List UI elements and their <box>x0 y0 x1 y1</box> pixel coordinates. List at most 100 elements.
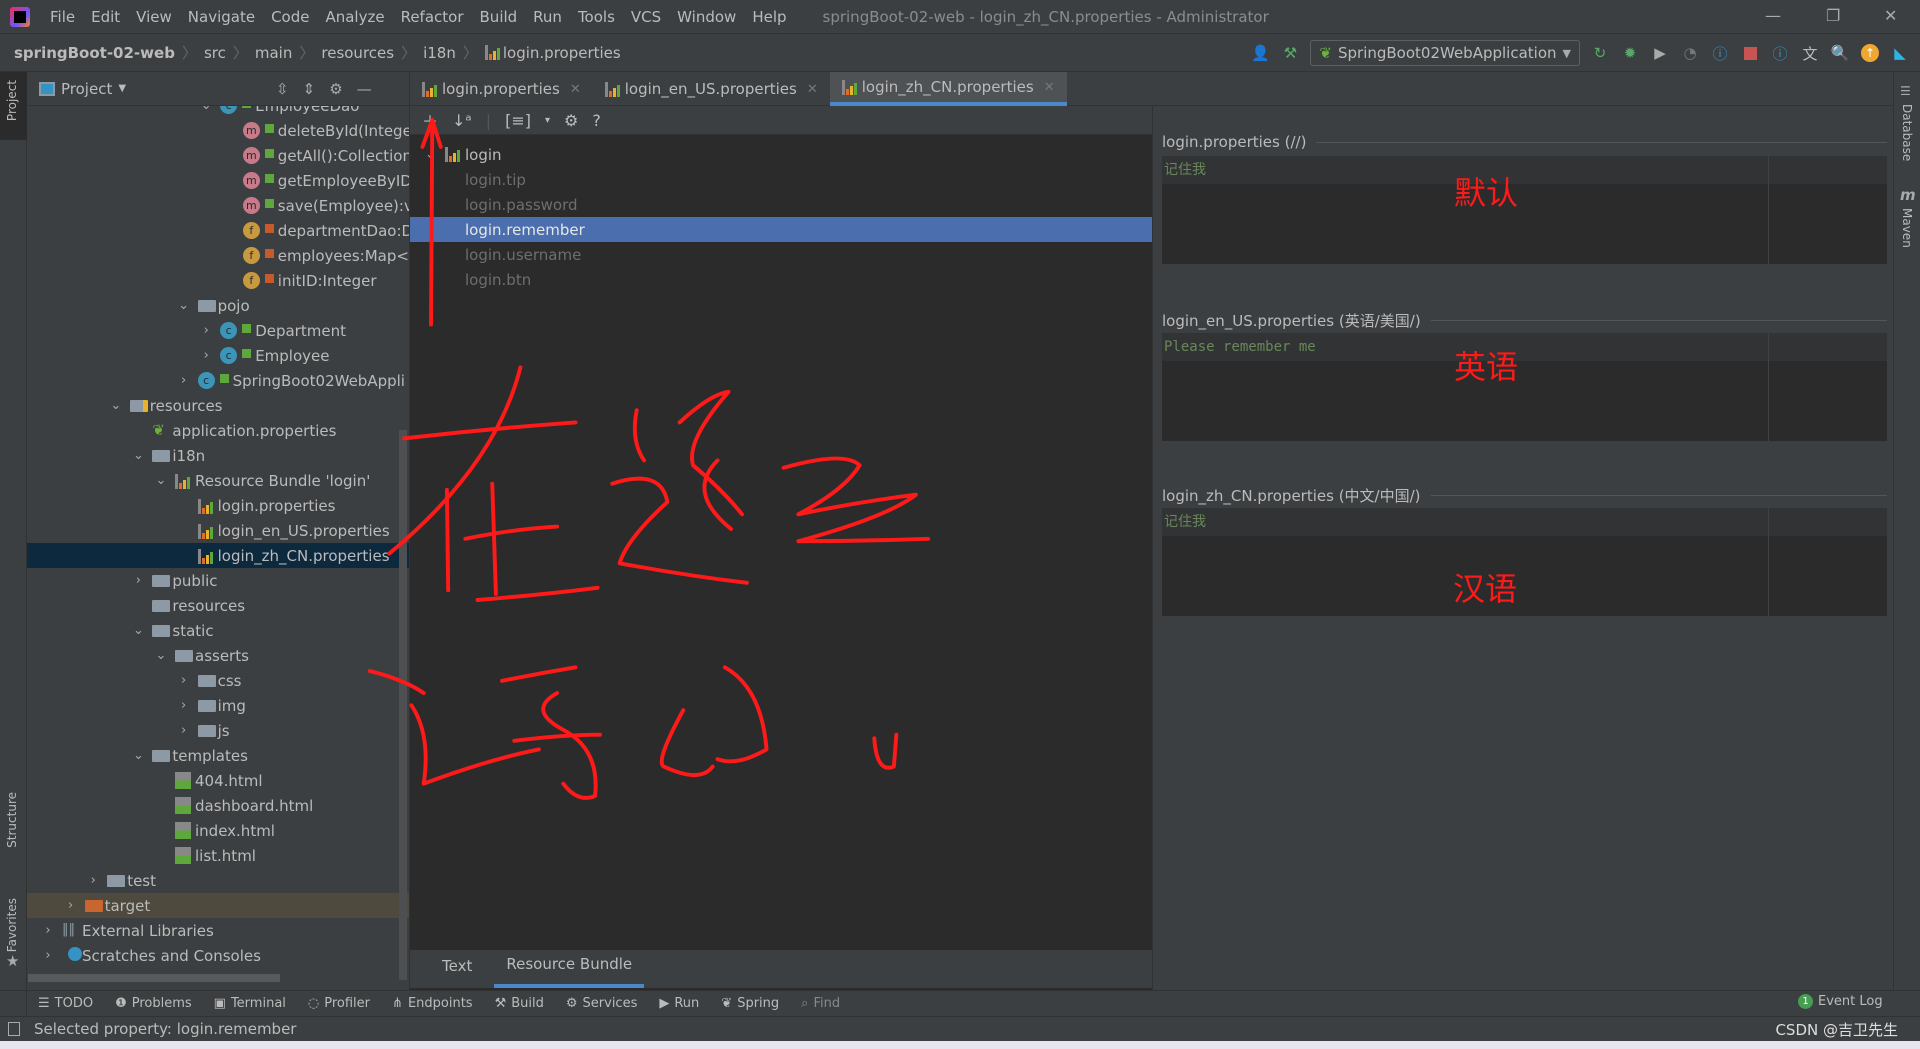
tree-item[interactable]: › target <box>27 893 409 918</box>
tree-item[interactable]: › img <box>27 693 409 718</box>
tree-item[interactable]: f initID:Integer <box>27 268 409 293</box>
chevron-right-icon[interactable]: › <box>200 323 212 338</box>
tool-window-profiler[interactable]: ◌ Profiler <box>308 996 370 1011</box>
tree-item[interactable]: login_zh_CN.properties <box>27 543 409 568</box>
chevron-right-icon[interactable]: › <box>178 373 190 388</box>
tree-item[interactable]: 404.html <box>27 768 409 793</box>
tree-item[interactable]: ⌄ pojo <box>27 293 409 318</box>
tree-item[interactable]: resources <box>27 593 409 618</box>
property-key-row[interactable]: login.password <box>410 192 1152 217</box>
chevron-right-icon[interactable]: › <box>200 348 212 363</box>
tool-window-todo[interactable]: ☰ TODO <box>38 996 93 1011</box>
close-tab-icon[interactable]: ✕ <box>1044 80 1055 95</box>
breadcrumb-resources[interactable]: resources <box>321 44 394 62</box>
database-side-tab[interactable]: Database <box>1900 104 1914 161</box>
tree-item[interactable]: ⌄ c EmployeeDao <box>27 106 409 118</box>
tab-text[interactable]: Text <box>430 950 484 988</box>
project-vertical-scrollbar[interactable] <box>399 430 407 980</box>
tree-item[interactable]: f employees:Map< <box>27 243 409 268</box>
chevron-down-icon[interactable]: ⌄ <box>178 298 190 313</box>
search-icon[interactable]: 🔍 <box>1830 43 1850 63</box>
stop-icon[interactable] <box>1740 43 1760 63</box>
group-icon[interactable]: [≡] <box>505 111 531 130</box>
menu-navigate[interactable]: Navigate <box>180 8 263 26</box>
project-horizontal-scrollbar[interactable] <box>28 974 280 982</box>
chevron-right-icon[interactable]: › <box>132 573 144 588</box>
tool-window-find[interactable]: ⌕ Find <box>801 996 840 1011</box>
breadcrumb-i18n[interactable]: i18n <box>423 44 456 62</box>
chevron-right-icon[interactable]: › <box>42 923 54 938</box>
chevron-right-icon[interactable]: › <box>178 673 190 688</box>
run-configuration-select[interactable]: ❦ SpringBoot02WebApplication ▼ <box>1310 40 1580 66</box>
chevron-right-icon[interactable]: › <box>178 723 190 738</box>
property-value-editor[interactable]: 记住我 <box>1162 156 1887 264</box>
tree-item[interactable]: login.properties <box>27 493 409 518</box>
profile-icon[interactable]: ◔ <box>1680 43 1700 63</box>
gear-icon[interactable]: ⚙ <box>329 80 342 98</box>
breadcrumb-src[interactable]: src <box>204 44 226 62</box>
chevron-down-icon[interactable]: ⌄ <box>132 748 144 763</box>
editor-tab[interactable]: login_zh_CN.properties ✕ <box>829 72 1067 106</box>
tool-window-endpoints[interactable]: ⋔ Endpoints <box>392 996 473 1011</box>
favorites-side-tab[interactable]: Favorites <box>5 898 19 952</box>
breadcrumb-project[interactable]: springBoot-02-web <box>14 44 175 62</box>
add-property-icon[interactable]: ＋ <box>422 108 438 132</box>
tree-item[interactable]: ⌄ i18n <box>27 443 409 468</box>
tree-item[interactable]: › Scratches and Consoles <box>27 943 409 968</box>
tree-item[interactable]: ❦ application.properties <box>27 418 409 443</box>
chevron-down-icon[interactable]: ⌄ <box>200 106 212 113</box>
menu-tools[interactable]: Tools <box>570 8 623 26</box>
event-log-button[interactable]: 1 Event Log <box>1798 994 1883 1009</box>
tree-item[interactable]: › css <box>27 668 409 693</box>
tree-item[interactable]: dashboard.html <box>27 793 409 818</box>
property-key-row[interactable]: login.tip <box>410 167 1152 192</box>
structure-side-tab[interactable]: Structure <box>5 792 19 848</box>
breadcrumb-file[interactable]: login.properties <box>503 44 621 62</box>
property-key-row[interactable]: login.btn <box>410 267 1152 292</box>
chevron-down-icon[interactable]: ⌄ <box>155 648 167 663</box>
tree-item[interactable]: m getEmployeeByID <box>27 168 409 193</box>
tool-window-problems[interactable]: ❶ Problems <box>115 996 192 1011</box>
tool-window-run[interactable]: ▶ Run <box>659 996 699 1011</box>
tree-item[interactable]: › ‖‖ External Libraries <box>27 918 409 943</box>
menu-vcs[interactable]: VCS <box>623 8 669 26</box>
info-icon[interactable]: ⓘ <box>1710 43 1730 63</box>
coverage-icon[interactable]: ▶ <box>1650 43 1670 63</box>
menu-view[interactable]: View <box>128 8 180 26</box>
close-tab-icon[interactable]: ✕ <box>807 82 818 97</box>
tool-window-spring[interactable]: ❦ Spring <box>721 996 779 1011</box>
sort-alphabetically-icon[interactable]: ↓ᵃ <box>452 111 472 130</box>
tree-item[interactable]: ⌄ resources <box>27 393 409 418</box>
property-value-editor[interactable]: 记住我 <box>1162 508 1887 616</box>
tree-item[interactable]: ⌄ templates <box>27 743 409 768</box>
user-icon[interactable]: 👤 <box>1250 43 1270 63</box>
chevron-down-icon[interactable]: ⌄ <box>132 623 144 638</box>
translate-icon[interactable]: 文 <box>1800 43 1820 63</box>
plugin-icon[interactable]: ◣ <box>1890 43 1910 63</box>
expand-all-icon[interactable]: ⇳ <box>276 80 289 98</box>
tree-item[interactable]: › js <box>27 718 409 743</box>
chevron-down-icon[interactable]: ▾ <box>545 115 550 126</box>
tree-item[interactable]: m deleteById(Intege <box>27 118 409 143</box>
menu-run[interactable]: Run <box>525 8 570 26</box>
chevron-down-icon[interactable]: ⌄ <box>110 398 122 413</box>
menu-help[interactable]: Help <box>744 8 794 26</box>
tree-item[interactable]: index.html <box>27 818 409 843</box>
toggle-tool-windows-icon[interactable] <box>8 1022 20 1036</box>
tree-item[interactable]: › c Employee <box>27 343 409 368</box>
close-button[interactable]: ✕ <box>1884 6 1897 25</box>
help-icon[interactable]: ? <box>592 111 601 130</box>
close-tab-icon[interactable]: ✕ <box>570 82 581 97</box>
tree-item[interactable]: › public <box>27 568 409 593</box>
update-icon[interactable]: ↑ <box>1860 43 1880 63</box>
tree-item[interactable]: ⌄ static <box>27 618 409 643</box>
maven-side-tab[interactable]: Maven <box>1900 208 1914 248</box>
tree-item[interactable]: › test <box>27 868 409 893</box>
project-view-select[interactable]: Project <box>61 80 112 98</box>
chevron-right-icon[interactable]: › <box>42 948 54 963</box>
minimize-button[interactable]: — <box>1765 6 1781 25</box>
tree-item[interactable]: › c SpringBoot02WebAppli <box>27 368 409 393</box>
tree-item[interactable]: login_en_US.properties <box>27 518 409 543</box>
breadcrumb-main[interactable]: main <box>255 44 292 62</box>
bundle-root[interactable]: ⌄ login <box>410 142 1152 167</box>
